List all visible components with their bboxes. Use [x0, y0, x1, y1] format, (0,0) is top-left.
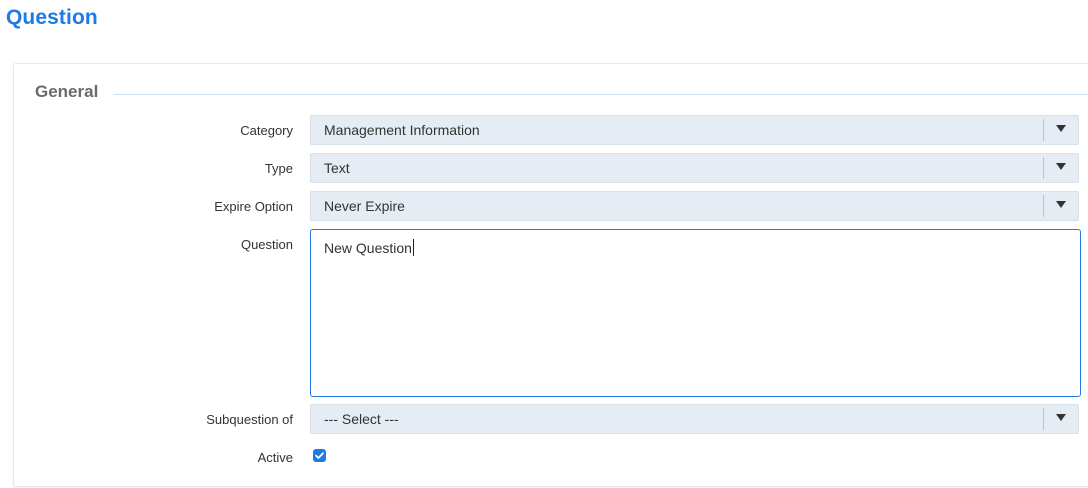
- expire-option-label: Expire Option: [214, 199, 293, 214]
- checkmark-icon: [315, 452, 324, 459]
- category-value: Management Information: [324, 122, 480, 138]
- caret-down-icon: [1056, 414, 1066, 421]
- expire-option-dropdown-toggle[interactable]: [1043, 195, 1078, 217]
- subquestion-of-value: --- Select ---: [324, 411, 399, 427]
- caret-down-icon: [1056, 201, 1066, 208]
- expire-option-value: Never Expire: [324, 198, 405, 214]
- active-checkbox[interactable]: [313, 449, 326, 462]
- section-title: General: [35, 82, 99, 101]
- question-label: Question: [240, 237, 293, 252]
- active-label: Active: [257, 450, 293, 465]
- expire-option-select[interactable]: Never Expire: [310, 191, 1079, 221]
- general-panel: General Category Management Information …: [13, 63, 1088, 487]
- page-title: Question: [6, 6, 98, 29]
- section-divider: [114, 94, 1088, 95]
- text-cursor: [412, 239, 414, 256]
- question-value: New Question: [324, 240, 412, 256]
- type-label: Type: [264, 161, 293, 176]
- caret-down-icon: [1056, 125, 1066, 132]
- type-value: Text: [324, 160, 350, 176]
- subquestion-of-select[interactable]: --- Select ---: [310, 404, 1079, 434]
- type-dropdown-toggle[interactable]: [1043, 157, 1078, 179]
- category-dropdown-toggle[interactable]: [1043, 119, 1078, 141]
- type-select[interactable]: Text: [310, 153, 1079, 183]
- category-select[interactable]: Management Information: [310, 115, 1079, 145]
- question-textarea[interactable]: New Question: [310, 229, 1081, 397]
- caret-down-icon: [1056, 163, 1066, 170]
- subquestion-of-label: Subquestion of: [206, 412, 293, 427]
- question-text: New Question: [324, 239, 414, 256]
- category-label: Category: [240, 123, 293, 138]
- subquestion-of-dropdown-toggle[interactable]: [1043, 408, 1078, 430]
